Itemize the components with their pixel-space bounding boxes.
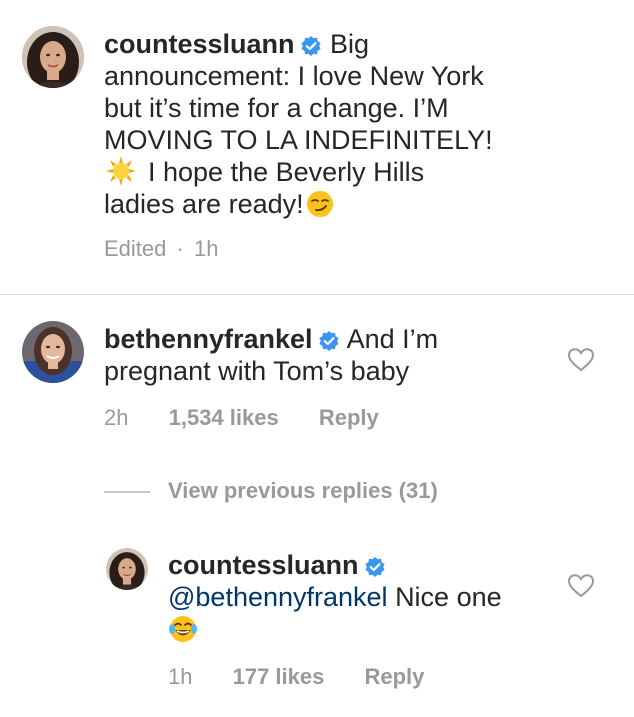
- like-heart-icon[interactable]: [568, 348, 594, 372]
- divider: [0, 294, 634, 295]
- sun-emoji-icon: [106, 156, 136, 186]
- comment-text-segment: I hope the Beverly Hills: [148, 157, 425, 187]
- likes-count[interactable]: 177 likes: [233, 664, 325, 690]
- avatar-image: [106, 548, 148, 590]
- verified-badge-icon: [318, 331, 339, 351]
- comment-line-2: announcement: I love New York: [104, 61, 484, 91]
- avatar-bethennyfrankel[interactable]: [22, 321, 84, 383]
- comment-line-1: bethennyfrankel And I’m: [104, 323, 544, 355]
- reply-text: Nice one: [395, 582, 502, 612]
- comment-meta: Edited · 1h: [104, 236, 218, 262]
- view-previous-replies-label[interactable]: View previous replies (31): [168, 478, 438, 504]
- verified-badge-icon: [364, 557, 385, 577]
- likes-count[interactable]: 1,534 likes: [169, 405, 279, 431]
- comment-line-2: pregnant with Tom’s baby: [104, 356, 410, 386]
- reply-line-2: @bethennyfrankel Nice one: [168, 581, 548, 613]
- mention-link[interactable]: @bethennyfrankel: [168, 582, 388, 612]
- username-countessluann[interactable]: countessluann: [104, 29, 295, 59]
- comment-body: countessluann Big announcement: I love N…: [104, 28, 544, 220]
- avatar-image: [22, 26, 84, 88]
- comment-timestamp[interactable]: 2h: [104, 405, 128, 431]
- avatar-countessluann[interactable]: [106, 548, 148, 590]
- reply-meta: 1h 177 likes Reply: [168, 664, 424, 690]
- comment-line-4: MOVING TO LA INDEFINITELY!: [104, 125, 493, 155]
- reply-button[interactable]: Reply: [319, 405, 379, 431]
- joy-emoji-icon: [169, 616, 197, 642]
- comment-line-6: ladies are ready!: [104, 188, 544, 220]
- comment-text-segment: ladies are ready!: [104, 189, 304, 219]
- avatar-image: [22, 321, 84, 383]
- reply-line-1: countessluann: [168, 549, 548, 581]
- comment-line-3: but it’s time for a change. I’M: [104, 93, 449, 123]
- edited-label: Edited: [104, 236, 167, 261]
- reply-line-3: [168, 613, 548, 645]
- comment-line-5: I hope the Beverly Hills: [104, 156, 544, 188]
- username-countessluann[interactable]: countessluann: [168, 550, 359, 580]
- comment-text-segment: And I’m: [346, 324, 439, 354]
- meta-separator: ·: [176, 236, 184, 261]
- comment-body: bethennyfrankel And I’m pregnant with To…: [104, 323, 544, 387]
- avatar-countessluann[interactable]: [22, 26, 84, 88]
- smirk-emoji-icon: [306, 191, 333, 217]
- like-heart-icon[interactable]: [568, 574, 594, 598]
- reply-button[interactable]: Reply: [364, 664, 424, 690]
- reply-body: countessluann @bethennyfrankel Nice one: [168, 549, 548, 645]
- comment-text-segment: Big: [330, 29, 370, 59]
- replies-line: [104, 491, 150, 493]
- username-bethennyfrankel[interactable]: bethennyfrankel: [104, 324, 313, 354]
- reply-timestamp[interactable]: 1h: [168, 664, 192, 690]
- verified-badge-icon: [300, 36, 321, 56]
- comment-meta: 2h 1,534 likes Reply: [104, 405, 379, 431]
- comment-timestamp[interactable]: 1h: [194, 236, 218, 262]
- comment-line-1: countessluann Big: [104, 28, 544, 60]
